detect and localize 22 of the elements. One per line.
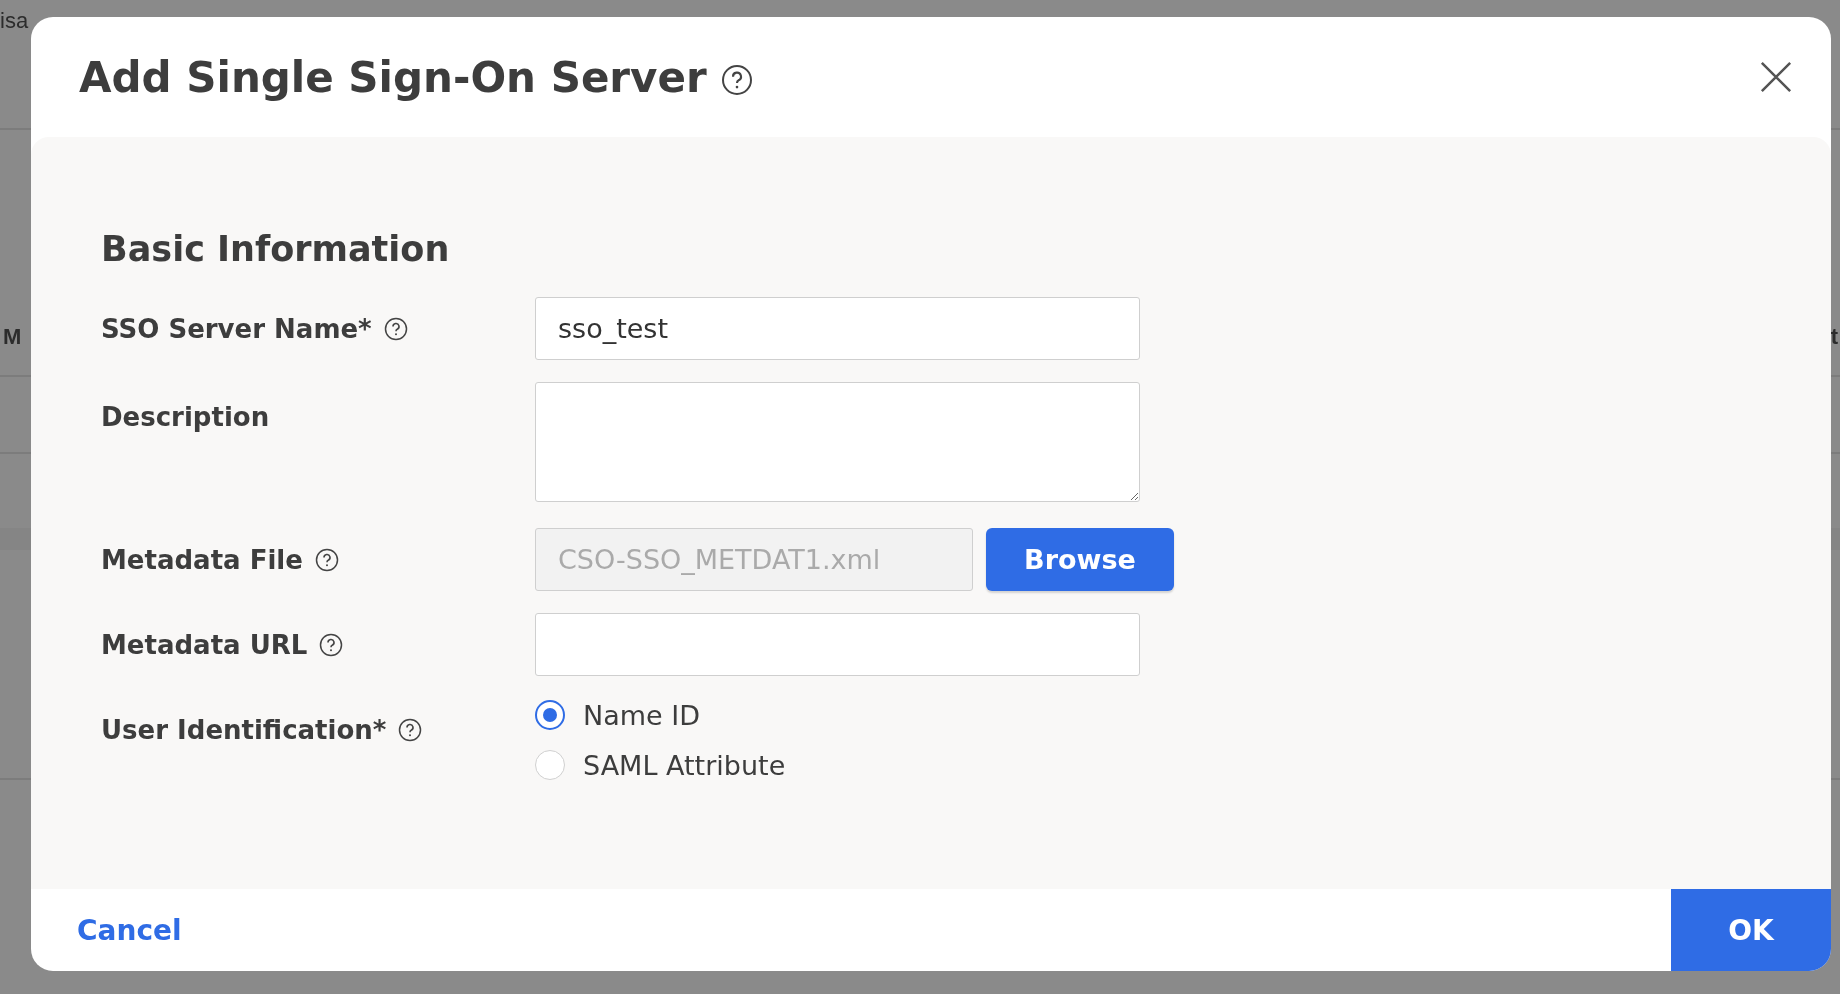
field-label: Metadata URL — [101, 629, 308, 660]
radio-button[interactable] — [535, 700, 565, 730]
field-label: SSO Server Name* — [101, 313, 372, 344]
text-field[interactable] — [535, 613, 1140, 676]
radio-label: Name ID — [583, 699, 700, 731]
ok-button[interactable]: OK — [1671, 889, 1831, 971]
section-heading: Basic Information — [101, 229, 451, 269]
field-label: User Identification* — [101, 714, 387, 745]
help-icon[interactable] — [383, 316, 408, 341]
field-label: Description — [101, 402, 270, 432]
help-icon[interactable] — [319, 632, 344, 657]
dialog-title: Add Single Sign-On Server — [79, 52, 707, 102]
help-icon[interactable] — [398, 717, 423, 742]
field-label: Metadata File — [101, 544, 303, 575]
background-text: t — [1830, 324, 1838, 350]
text-field[interactable]: sso_test — [535, 297, 1140, 360]
radio-label: SAML Attribute — [583, 749, 786, 781]
help-icon[interactable] — [720, 64, 753, 96]
close-icon[interactable] — [1759, 60, 1793, 94]
cancel-button[interactable]: Cancel — [31, 889, 228, 971]
background-text: M — [3, 324, 22, 350]
background-text: isa — [0, 8, 29, 34]
